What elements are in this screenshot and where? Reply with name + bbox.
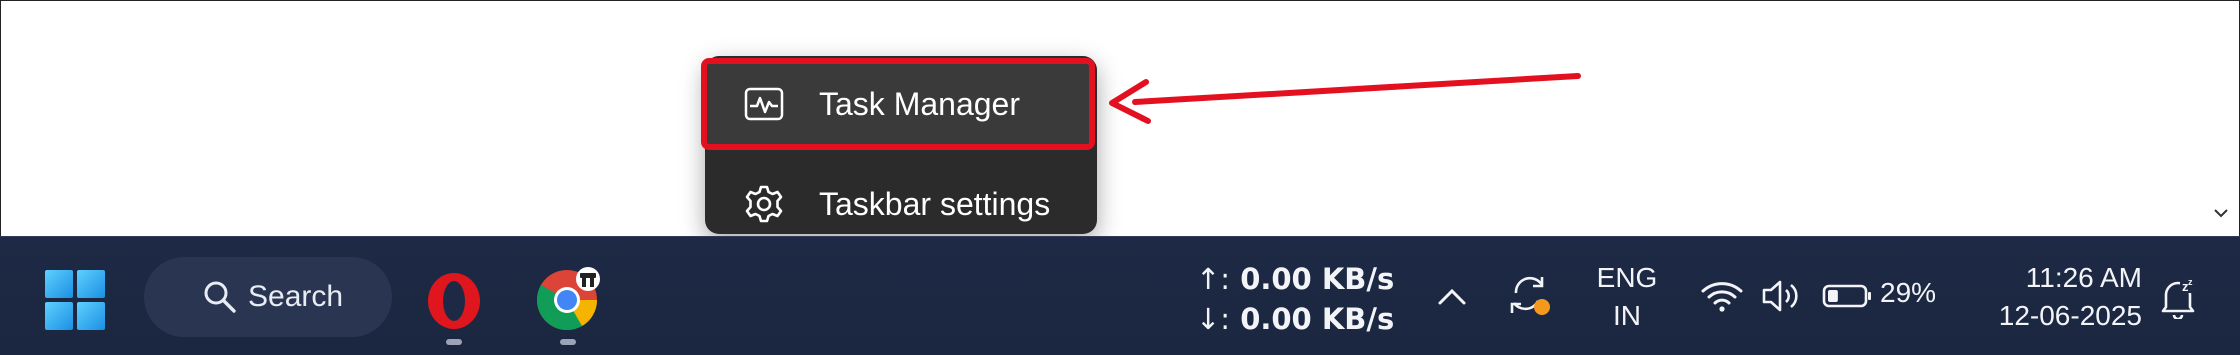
clock-date: 12-06-2025: [1998, 300, 2142, 331]
sync-icon[interactable]: [1508, 273, 1554, 319]
show-hidden-icons-chevron-up-icon[interactable]: [1434, 283, 1470, 309]
taskbar-settings-menu-item[interactable]: Taskbar settings: [705, 160, 1097, 248]
clock-time: 11:26 AM: [2025, 262, 2142, 293]
chevron-down-icon[interactable]: [2210, 202, 2232, 224]
clock[interactable]: 11:26 AM 12-06-2025: [1972, 259, 2142, 335]
task-manager-menu-item[interactable]: Task Manager: [701, 58, 1095, 150]
task-manager-label: Task Manager: [819, 85, 1020, 122]
upload-speed: ↑: 0.00 KB/s: [1196, 262, 1395, 296]
network-speed-widget: ↑: 0.00 KB/s ↓: 0.00 KB/s: [1196, 259, 1394, 339]
chrome-icon[interactable]: [534, 267, 600, 333]
search-icon: [204, 281, 236, 313]
windows-logo-icon[interactable]: [44, 269, 106, 331]
opera-running-indicator: [446, 339, 462, 345]
search-button[interactable]: Search: [144, 257, 392, 337]
volume-icon[interactable]: [1760, 277, 1802, 315]
notification-bell-dnd-icon[interactable]: z z: [2158, 275, 2198, 319]
taskbar-context-menu: Task Manager Taskbar settings: [701, 56, 1097, 234]
taskbar: Search ↑: 0.00 KB/s ↓: 0.00 KB/s ENG IN …: [0, 236, 2240, 355]
battery-percentage: 29%: [1880, 277, 1937, 308]
battery-icon[interactable]: [1822, 283, 1872, 309]
wifi-icon[interactable]: [1700, 279, 1744, 313]
search-label: Search: [248, 280, 344, 313]
task-manager-icon: [743, 83, 785, 125]
gear-icon: [743, 183, 785, 225]
taskbar-settings-label: Taskbar settings: [819, 185, 1051, 222]
input-language-indicator[interactable]: ENG IN: [1592, 259, 1662, 335]
download-speed: ↓: 0.00 KB/s: [1196, 302, 1395, 336]
svg-text:z: z: [2188, 277, 2193, 287]
opera-icon[interactable]: [426, 271, 482, 331]
chrome-running-indicator: [560, 339, 576, 345]
